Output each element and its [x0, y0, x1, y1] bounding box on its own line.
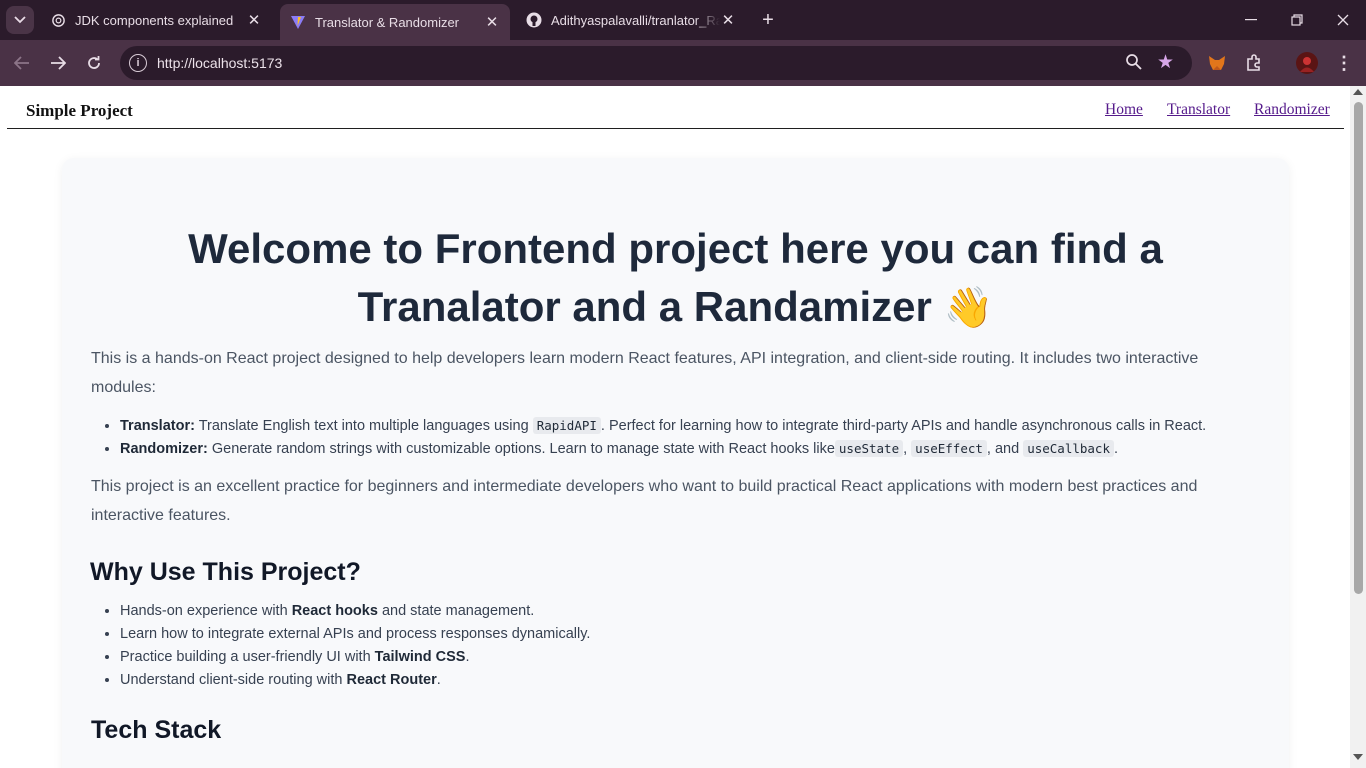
- scrollbar-thumb[interactable]: [1354, 102, 1363, 594]
- list-item: Understand client-side routing with Reac…: [120, 669, 590, 692]
- item-text-end: and state management.: [381, 603, 535, 619]
- close-icon[interactable]: ✕: [720, 12, 736, 29]
- why-list: Hands-on experience with React hooks and…: [120, 600, 590, 692]
- url-text[interactable]: http://localhost:5173: [157, 55, 282, 71]
- module-desc: Generate random strings with customizabl…: [211, 441, 835, 457]
- close-window-button[interactable]: [1320, 4, 1366, 36]
- list-item: Practice building a user-friendly UI wit…: [120, 646, 590, 669]
- new-tab-button[interactable]: +: [756, 8, 780, 32]
- reload-button[interactable]: [80, 49, 108, 77]
- page-title: Welcome to Frontend project here you can…: [62, 220, 1289, 337]
- code-snippet: RapidAPI: [532, 417, 601, 434]
- minimize-button[interactable]: [1228, 4, 1274, 36]
- close-icon[interactable]: ✕: [484, 14, 500, 31]
- module-desc: Translate English text into multiple lan…: [198, 418, 529, 434]
- code-snippet: useState: [834, 440, 904, 457]
- intro-card: Welcome to Frontend project here you can…: [62, 158, 1289, 768]
- module-name: Translator:: [120, 418, 195, 434]
- list-item-translator: Translator: Translate English text into …: [120, 414, 1206, 437]
- metamask-extension-icon[interactable]: [1206, 52, 1228, 74]
- page-viewport: Simple Project Home Translator Randomize…: [0, 86, 1366, 768]
- nav-link-translator[interactable]: Translator: [1167, 101, 1230, 119]
- tab-title: JDK components explained: [75, 12, 234, 28]
- title-line-2: Tranalator and a Randamizer 👋: [62, 278, 1289, 337]
- item-bold: Tailwind CSS: [374, 649, 466, 665]
- item-text: Learn how to integrate external APIs and…: [120, 626, 591, 642]
- tab-title: Translator & Randomizer: [315, 14, 460, 30]
- browser-menu-icon[interactable]: ⋮: [1335, 52, 1353, 74]
- vite-icon: [290, 14, 306, 30]
- reload-icon: [88, 56, 100, 69]
- arrow-right-icon: [51, 56, 66, 70]
- item-text-end: .: [465, 649, 470, 665]
- browser-toolbar: i http://localhost:5173 ★ ⋮: [0, 40, 1366, 86]
- module-desc-end: . Perfect for learning how to integrate …: [600, 418, 1207, 434]
- separator: ,: [903, 441, 908, 457]
- tab-translator-randomizer[interactable]: Translator & Randomizer ✕: [280, 4, 510, 40]
- tab-strip: JDK components explained ✕ Translator & …: [0, 0, 1366, 40]
- modules-list: Translator: Translate English text into …: [120, 414, 1206, 460]
- title-line-2-text: Tranalator and a Randamizer: [357, 283, 932, 330]
- close-icon: [1337, 14, 1349, 26]
- bookmark-star-icon[interactable]: ★: [1157, 51, 1174, 74]
- item-text: Understand client-side routing with: [120, 672, 343, 688]
- profile-avatar-icon[interactable]: [1296, 52, 1318, 74]
- module-desc-end: .: [1113, 441, 1119, 457]
- site-info-icon[interactable]: i: [129, 54, 147, 72]
- tab-search-button[interactable]: [6, 6, 34, 34]
- chevron-down-icon: [14, 16, 26, 24]
- item-text: Hands-on experience with: [120, 603, 288, 619]
- module-name: Randomizer:: [120, 441, 208, 457]
- list-item: Learn how to integrate external APIs and…: [120, 623, 590, 646]
- nav-link-randomizer[interactable]: Randomizer: [1254, 101, 1330, 119]
- extensions-puzzle-icon[interactable]: [1243, 52, 1265, 74]
- code-snippet: useCallback: [1023, 440, 1114, 457]
- minimize-icon: [1245, 19, 1257, 21]
- item-text-end: .: [436, 672, 441, 688]
- back-button[interactable]: [8, 49, 36, 77]
- restore-icon: [1291, 14, 1303, 26]
- arrow-left-icon: [14, 56, 29, 70]
- tech-stack-heading: Tech Stack: [91, 716, 222, 744]
- site-navbar: Simple Project Home Translator Randomize…: [7, 86, 1344, 129]
- code-snippet: useEffect: [911, 440, 987, 457]
- address-bar[interactable]: i http://localhost:5173 ★: [120, 46, 1192, 80]
- plus-icon: +: [762, 8, 774, 31]
- scroll-up-arrow-icon[interactable]: [1353, 89, 1363, 95]
- summary-paragraph: This project is an excellent practice fo…: [91, 478, 1198, 524]
- scroll-down-arrow-icon[interactable]: [1353, 754, 1363, 760]
- list-item: Hands-on experience with React hooks and…: [120, 600, 590, 623]
- list-item-randomizer: Randomizer: Generate random strings with…: [120, 437, 1206, 460]
- nav-link-home[interactable]: Home: [1105, 101, 1143, 119]
- waving-hand-emoji: 👋: [943, 285, 994, 331]
- why-heading: Why Use This Project?: [90, 558, 361, 586]
- item-bold: React Router: [346, 672, 437, 688]
- tab-github-repo[interactable]: Adithyaspalavalli/tranlator_Randomizer ✕: [516, 4, 746, 36]
- page-scrollbar[interactable]: [1350, 86, 1366, 768]
- intro-paragraph: This is a hands-on React project designe…: [91, 350, 1199, 396]
- separator: , and: [986, 441, 1020, 457]
- site-brand: Simple Project: [26, 101, 133, 120]
- tab-title: Adithyaspalavalli/tranlator_Randomizer: [551, 12, 720, 28]
- openai-icon: [50, 12, 66, 28]
- close-icon[interactable]: ✕: [246, 12, 262, 29]
- item-text: Practice building a user-friendly UI wit…: [120, 649, 371, 665]
- tab-jdk-components[interactable]: JDK components explained ✕: [40, 4, 272, 36]
- github-icon: [526, 12, 542, 28]
- title-line-1: Welcome to Frontend project here you can…: [188, 225, 1163, 272]
- item-bold: React hooks: [291, 603, 378, 619]
- restore-button[interactable]: [1274, 4, 1320, 36]
- forward-button[interactable]: [44, 49, 72, 77]
- zoom-icon[interactable]: [1125, 53, 1145, 73]
